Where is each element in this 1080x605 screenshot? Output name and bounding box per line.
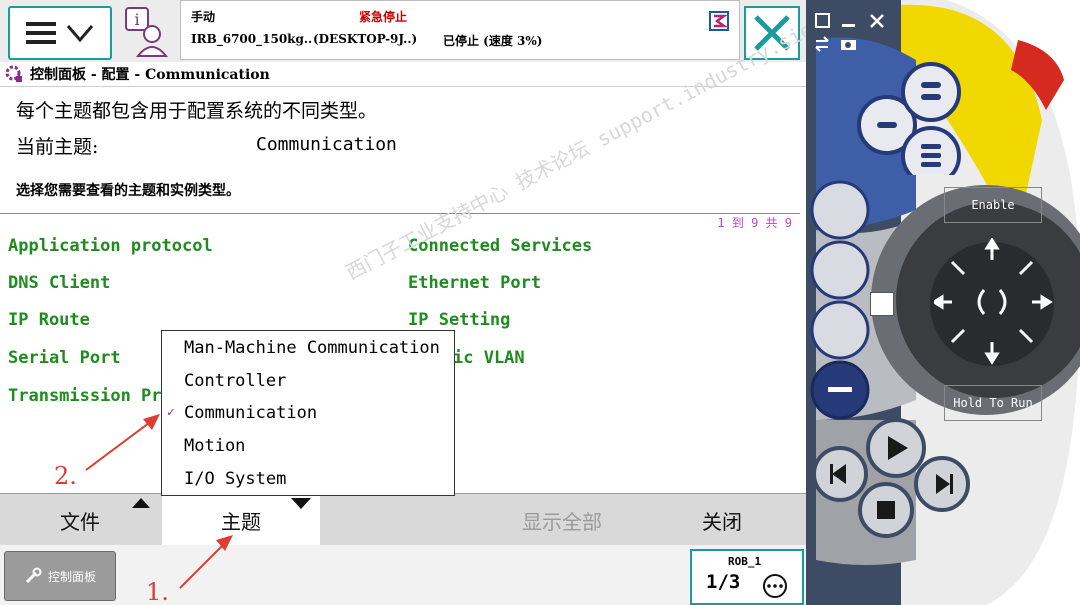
mechanical-unit-key-icon[interactable]: [810, 180, 870, 240]
taskbar: 控制面板 ROB_1 1/3: [0, 545, 806, 605]
hamburger-chevron-icon: [26, 22, 94, 44]
operator-info-icon[interactable]: i: [120, 4, 172, 58]
control-panel-icon: [5, 65, 22, 82]
list-item[interactable]: Serial Port: [8, 348, 121, 368]
fraction-text: 1/3: [706, 571, 741, 593]
topic-label: 主题: [221, 510, 261, 534]
swap-icon[interactable]: [814, 36, 832, 52]
pendant-hardware: Enable Hold To Run: [806, 0, 1080, 605]
breadcrumb: 控制面板 - 配置 - Communication: [0, 62, 806, 87]
current-topic-value: Communication: [256, 134, 397, 155]
list-item[interactable]: IP Setting: [408, 310, 510, 330]
list-item[interactable]: Application protocol: [8, 236, 213, 256]
wrench-icon: [25, 567, 42, 584]
topic-option-motion[interactable]: Motion: [184, 436, 245, 456]
list-item[interactable]: Ethernet Port: [408, 273, 541, 293]
robot-name-text: IRB_6700_150kg..: [191, 32, 313, 46]
host-text: (DESKTOP-9J..): [313, 32, 418, 46]
jog-mode-keys: [810, 180, 870, 420]
stylus-slot: [870, 292, 894, 316]
flexpendant-screen: i 手动 紧急停止 IRB_6700_150kg.. (DESKTOP-9J..…: [0, 0, 808, 605]
enable-button[interactable]: Enable: [944, 187, 1042, 223]
list-item[interactable]: IP Route: [8, 310, 90, 330]
control-panel-task-button[interactable]: 控制面板: [4, 551, 116, 601]
axis-toggle-key-icon[interactable]: [810, 300, 870, 360]
rob-label: ROB_1: [728, 555, 762, 568]
quickset-button[interactable]: ROB_1 1/3: [690, 549, 804, 605]
show-all-button[interactable]: 显示全部: [482, 494, 642, 546]
caret-down-icon: [291, 498, 311, 509]
close-button[interactable]: 关闭: [642, 494, 802, 546]
control-panel-task-label: 控制面板: [47, 569, 96, 584]
emergency-stop-text: 紧急停止: [359, 10, 408, 24]
caret-up-icon: [132, 498, 150, 508]
topic-option-communication[interactable]: Communication: [184, 403, 317, 423]
more-options-icon: [763, 574, 787, 598]
abb-menu-button[interactable]: [8, 6, 112, 60]
command-bar: 文件 主题 显示全部 关闭: [0, 493, 806, 547]
motion-mode-key-icon[interactable]: [810, 240, 870, 300]
topic-option-io-system[interactable]: I/O System: [184, 469, 286, 489]
instruction-text: 选择您需要查看的主题和实例类型。: [16, 183, 240, 199]
mode-text: 手动: [191, 10, 216, 24]
pagination-indicator: 1 到 9 共 9: [717, 216, 792, 230]
topic-description: 每个主题都包含用于配置系统的不同类型。: [16, 100, 378, 122]
joystick-arrows-icon[interactable]: [934, 238, 1054, 368]
svg-text:i: i: [134, 10, 139, 29]
list-item[interactable]: Connected Services: [408, 236, 592, 256]
annotation-two: 2.: [54, 462, 77, 490]
programmable-keys: [851, 60, 1011, 186]
topic-option-man-machine-communication[interactable]: Man-Machine Communication: [184, 338, 440, 358]
topic-option-controller[interactable]: Controller: [184, 371, 286, 391]
close-window-button[interactable]: [744, 6, 800, 60]
event-log-icon[interactable]: [709, 11, 729, 31]
file-label: 文件: [60, 509, 100, 534]
hold-to-run-button[interactable]: Hold To Run: [944, 385, 1042, 421]
maximize-icon[interactable]: [814, 12, 832, 30]
close-icon: [754, 15, 790, 51]
current-topic-label: 当前主题:: [16, 136, 99, 158]
show-all-label: 显示全部: [522, 509, 602, 534]
close-label: 关闭: [702, 509, 742, 534]
minimize-icon[interactable]: [840, 12, 858, 30]
checkmark-icon: ✓: [167, 405, 175, 420]
list-item[interactable]: DNS Client: [8, 273, 110, 293]
program-run-keys: [812, 418, 970, 538]
list-item[interactable]: ic VLAN: [453, 348, 525, 368]
topic-dropdown-menu: Man-Machine Communication Controller ✓ C…: [161, 330, 455, 496]
list-item[interactable]: Transmission Pr: [8, 386, 162, 406]
breadcrumb-text: 控制面板 - 配置 - Communication: [30, 67, 270, 83]
top-bar: i 手动 紧急停止 IRB_6700_150kg.. (DESKTOP-9J..…: [0, 0, 806, 63]
annotation-one: 1.: [146, 578, 169, 605]
camera-icon[interactable]: [840, 36, 858, 52]
window-controls: [806, 8, 901, 58]
status-panel: 手动 紧急停止 IRB_6700_150kg.. (DESKTOP-9J..) …: [180, 0, 740, 60]
state-text: 已停止 (速度 3%): [443, 34, 543, 48]
close-icon[interactable]: [868, 12, 886, 30]
